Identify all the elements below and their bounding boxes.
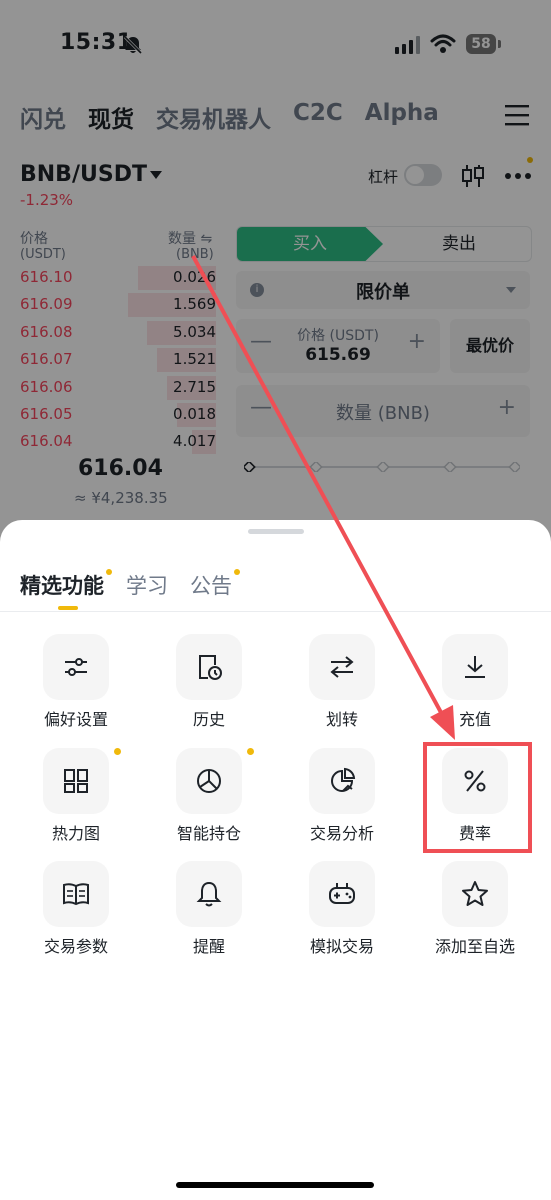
feature-label: 模拟交易 <box>309 937 374 956</box>
tab-announcements[interactable]: 公告 <box>190 569 240 600</box>
feature-demo-trading[interactable]: 模拟交易 <box>282 861 402 961</box>
notification-dot <box>114 748 121 755</box>
analysis-icon <box>309 748 375 814</box>
feature-label: 交易参数 <box>43 937 108 956</box>
deposit-icon <box>442 634 508 700</box>
annotation-highlight-box <box>423 742 532 853</box>
transfer-icon <box>309 634 375 700</box>
pie-chart-icon <box>176 748 242 814</box>
notification-dot <box>247 748 254 755</box>
feature-trade-params[interactable]: 交易参数 <box>16 861 136 961</box>
book-icon <box>43 861 109 927</box>
sheet-tabs: 精选功能 学习 公告 <box>20 569 240 600</box>
feature-add-favorite[interactable]: 添加至自选 <box>415 861 535 961</box>
feature-label: 划转 <box>325 710 358 729</box>
feature-label: 智能持仓 <box>176 824 241 843</box>
feature-history[interactable]: 历史 <box>149 634 269 734</box>
feature-heatmap[interactable]: 热力图 <box>16 748 136 848</box>
tab-featured[interactable]: 精选功能 <box>20 569 112 600</box>
feature-label: 添加至自选 <box>434 937 515 956</box>
tab-announcements-label: 公告 <box>190 574 232 598</box>
history-icon <box>176 634 242 700</box>
feature-label: 充值 <box>458 710 491 729</box>
tab-learn-label: 学习 <box>126 574 168 598</box>
tab-learn[interactable]: 学习 <box>126 570 168 600</box>
active-tab-indicator <box>58 606 78 610</box>
tab-featured-label: 精选功能 <box>20 574 104 598</box>
feature-label: 历史 <box>192 710 225 729</box>
modal-backdrop[interactable] <box>0 0 551 560</box>
feature-label: 提醒 <box>192 937 225 956</box>
sheet-drag-handle[interactable] <box>248 529 304 534</box>
heatmap-icon <box>43 748 109 814</box>
feature-alerts[interactable]: 提醒 <box>149 861 269 961</box>
feature-label: 热力图 <box>51 824 100 843</box>
feature-label: 交易分析 <box>309 824 374 843</box>
notification-dot <box>106 569 112 575</box>
bottom-sheet <box>0 520 551 1200</box>
feature-trade-analysis[interactable]: 交易分析 <box>282 748 402 848</box>
gamepad-icon <box>309 861 375 927</box>
notification-dot <box>234 569 240 575</box>
star-icon <box>442 861 508 927</box>
home-indicator[interactable] <box>176 1182 374 1188</box>
feature-preferences[interactable]: 偏好设置 <box>16 634 136 734</box>
feature-label: 偏好设置 <box>43 710 108 729</box>
sliders-icon <box>43 634 109 700</box>
bell-icon <box>176 861 242 927</box>
feature-deposit[interactable]: 充值 <box>415 634 535 734</box>
feature-transfer[interactable]: 划转 <box>282 634 402 734</box>
divider <box>0 611 551 612</box>
feature-smart-position[interactable]: 智能持仓 <box>149 748 269 848</box>
